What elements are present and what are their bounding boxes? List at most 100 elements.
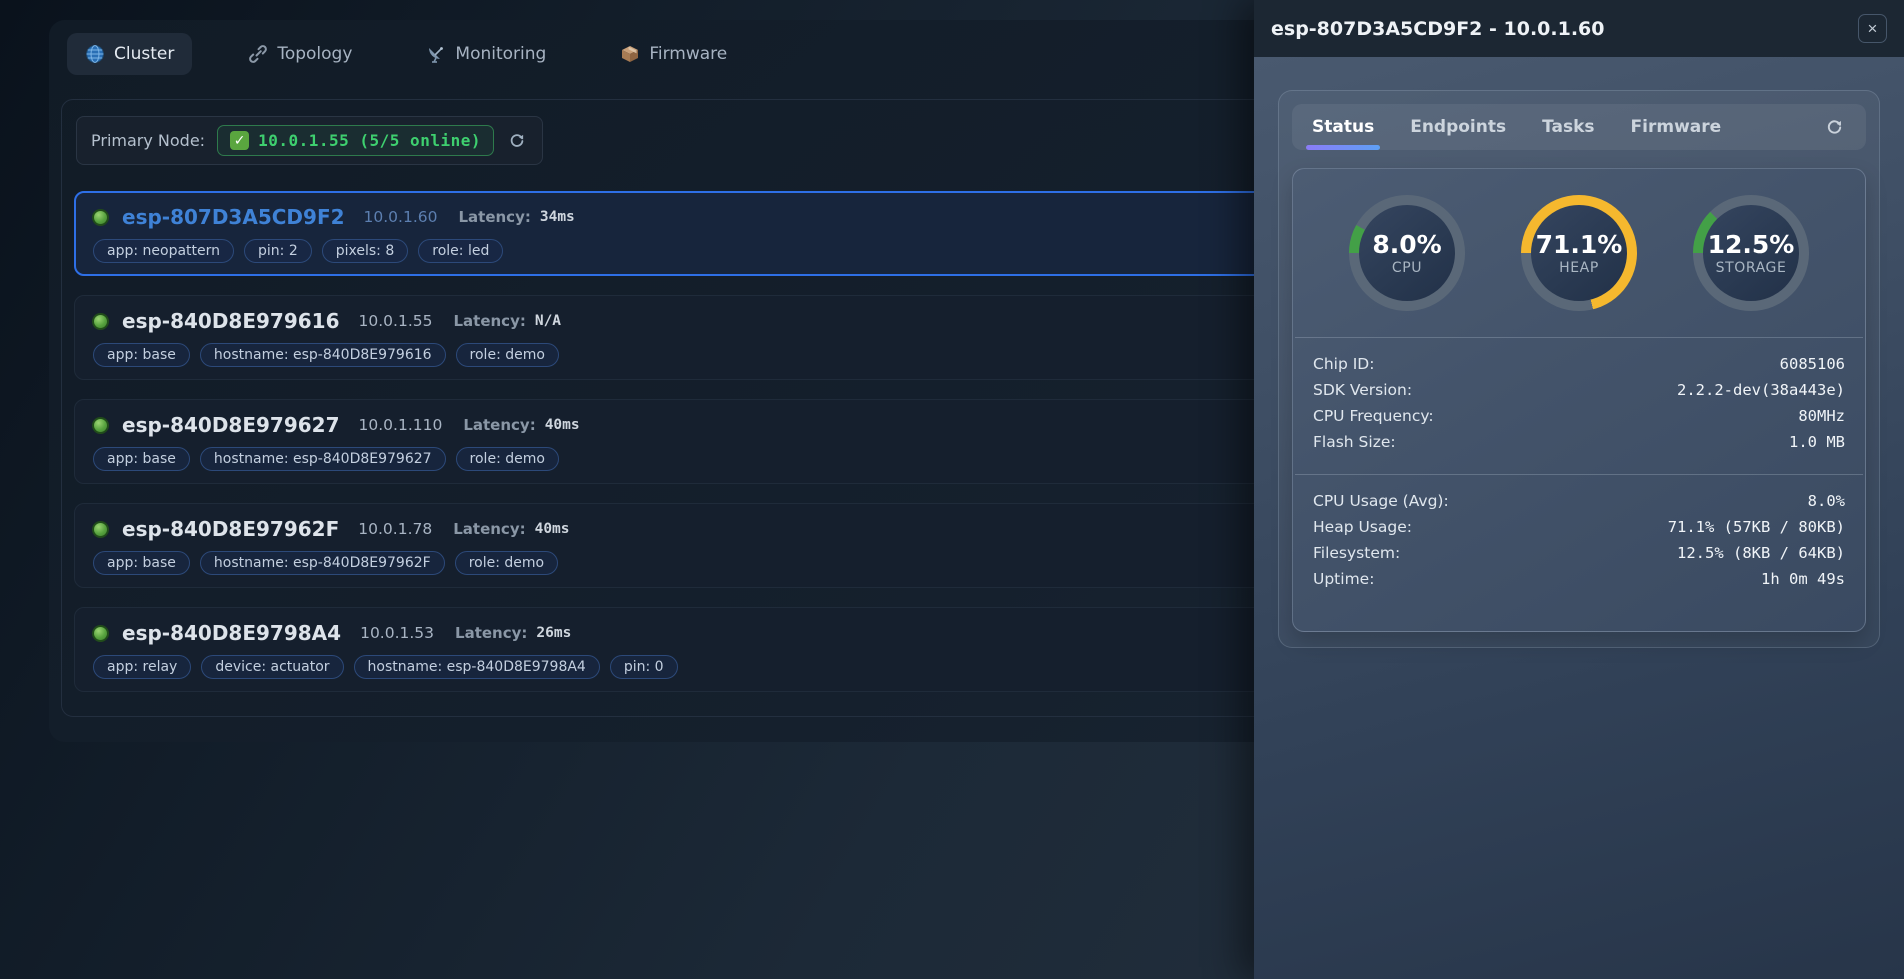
latency-label: Latency: — [455, 624, 527, 642]
node-badge: role: demo — [456, 343, 559, 367]
status-panel: 8.0% CPU 71.1% HEAP 12.5% STORAGE — [1292, 168, 1866, 632]
nav-tab-monitoring[interactable]: Monitoring — [408, 33, 564, 75]
package-icon — [620, 44, 640, 64]
latency-label: Latency: — [453, 520, 525, 538]
info-label: Flash Size: — [1313, 433, 1396, 451]
nav-tab-label: Firmware — [649, 44, 727, 64]
detail-card: Status Endpoints Tasks Firmware 8.0% CPU — [1278, 90, 1880, 648]
nav-tab-firmware[interactable]: Firmware — [602, 33, 745, 75]
drawer-header: esp-807D3A5CD9F2 - 10.0.1.60 × — [1254, 0, 1904, 57]
tab-endpoints[interactable]: Endpoints — [1410, 104, 1506, 150]
node-badge: app: neopattern — [93, 239, 234, 263]
info-value: 2.2.2-dev(38a443e) — [1677, 381, 1845, 399]
nav-tab-topology[interactable]: Topology — [230, 33, 370, 75]
node-online-icon — [92, 417, 109, 434]
node-ip: 10.0.1.55 — [359, 312, 433, 330]
primary-node-bar: Primary Node: ✓ 10.0.1.55 (5/5 online) — [76, 116, 543, 165]
node-badge: hostname: esp-840D8E9798A4 — [354, 655, 600, 679]
latency-label: Latency: — [463, 416, 535, 434]
info-label: Uptime: — [1313, 570, 1374, 588]
node-badge: hostname: esp-840D8E97962F — [200, 551, 445, 575]
node-name[interactable]: esp-840D8E97962F — [122, 517, 339, 541]
latency-value: 26ms — [536, 625, 571, 641]
node-name[interactable]: esp-840D8E979627 — [122, 413, 340, 437]
refresh-icon — [508, 132, 526, 150]
nav-tab-label: Cluster — [114, 44, 174, 64]
detail-tab-bar: Status Endpoints Tasks Firmware — [1292, 104, 1866, 150]
node-badge: hostname: esp-840D8E979616 — [200, 343, 446, 367]
gauge-row: 8.0% CPU 71.1% HEAP 12.5% STORAGE — [1293, 169, 1865, 337]
node-ip: 10.0.1.78 — [358, 520, 432, 538]
info-value: 1h 0m 49s — [1761, 570, 1845, 588]
nav-tab-cluster[interactable]: Cluster — [67, 33, 192, 75]
latency-label: Latency: — [453, 312, 525, 330]
info-value: 80MHz — [1798, 407, 1845, 425]
node-badge: role: demo — [455, 551, 558, 575]
node-ip: 10.0.1.53 — [360, 624, 434, 642]
globe-icon — [85, 44, 105, 64]
latency-value: 34ms — [540, 209, 575, 225]
node-online-icon — [92, 521, 109, 538]
node-badge: pin: 0 — [610, 655, 678, 679]
tab-firmware[interactable]: Firmware — [1631, 104, 1722, 150]
storage-gauge-label: STORAGE — [1716, 260, 1787, 276]
node-badge: pixels: 8 — [322, 239, 409, 263]
tab-tasks[interactable]: Tasks — [1542, 104, 1594, 150]
info-value: 12.5% (8KB / 64KB) — [1677, 544, 1845, 562]
refresh-cluster-button[interactable] — [506, 130, 528, 152]
info-label: Filesystem: — [1313, 544, 1400, 562]
primary-node-value: 10.0.1.55 (5/5 online) — [258, 131, 481, 150]
node-badge: role: demo — [456, 447, 559, 471]
cpu-gauge: 8.0% CPU — [1349, 195, 1465, 311]
info-row: Uptime: 1h 0m 49s — [1313, 570, 1845, 596]
node-badge: pin: 2 — [244, 239, 312, 263]
latency-value: 40ms — [535, 521, 570, 537]
info-label: Heap Usage: — [1313, 518, 1412, 536]
info-row: Flash Size: 1.0 MB — [1313, 433, 1845, 459]
info-value: 71.1% (57KB / 80KB) — [1668, 518, 1845, 536]
nav-tab-label: Monitoring — [455, 44, 546, 64]
node-ip: 10.0.1.60 — [364, 208, 438, 226]
close-drawer-button[interactable]: × — [1858, 14, 1887, 43]
primary-node-label: Primary Node: — [91, 131, 205, 150]
node-name[interactable]: esp-807D3A5CD9F2 — [122, 205, 345, 229]
refresh-status-button[interactable] — [1823, 116, 1846, 139]
link-icon — [248, 44, 268, 64]
latency-value: 40ms — [545, 417, 580, 433]
drawer-title: esp-807D3A5CD9F2 - 10.0.1.60 — [1271, 18, 1604, 40]
info-value: 1.0 MB — [1789, 433, 1845, 451]
check-icon: ✓ — [230, 131, 249, 150]
info-value: 6085106 — [1780, 355, 1845, 373]
storage-gauge: 12.5% STORAGE — [1693, 195, 1809, 311]
node-name[interactable]: esp-840D8E979616 — [122, 309, 340, 333]
drawer-body: Status Endpoints Tasks Firmware 8.0% CPU — [1254, 57, 1904, 979]
node-ip: 10.0.1.110 — [359, 416, 443, 434]
info-label: CPU Frequency: — [1313, 407, 1434, 425]
refresh-icon — [1825, 118, 1844, 137]
info-label: CPU Usage (Avg): — [1313, 492, 1449, 510]
info-row: CPU Usage (Avg): 8.0% — [1313, 492, 1845, 518]
info-row: Heap Usage: 71.1% (57KB / 80KB) — [1313, 518, 1845, 544]
info-label: Chip ID: — [1313, 355, 1374, 373]
info-row: Chip ID: 6085106 — [1313, 355, 1845, 381]
heap-gauge-label: HEAP — [1559, 260, 1599, 276]
node-badge: role: led — [418, 239, 503, 263]
tab-status[interactable]: Status — [1312, 104, 1374, 150]
chip-info-section: Chip ID: 6085106 SDK Version: 2.2.2-dev(… — [1293, 338, 1865, 474]
heap-gauge-value: 71.1% — [1536, 230, 1623, 259]
usage-info-section: CPU Usage (Avg): 8.0% Heap Usage: 71.1% … — [1293, 475, 1865, 611]
cpu-gauge-value: 8.0% — [1372, 230, 1441, 259]
node-online-icon — [92, 209, 109, 226]
cpu-gauge-label: CPU — [1392, 260, 1422, 276]
node-name[interactable]: esp-840D8E9798A4 — [122, 621, 341, 645]
info-row: SDK Version: 2.2.2-dev(38a443e) — [1313, 381, 1845, 407]
nav-tab-label: Topology — [277, 44, 352, 64]
node-online-icon — [92, 625, 109, 642]
primary-node-status-chip: ✓ 10.0.1.55 (5/5 online) — [217, 125, 494, 156]
node-badge: app: base — [93, 343, 190, 367]
info-row: CPU Frequency: 80MHz — [1313, 407, 1845, 433]
heap-gauge: 71.1% HEAP — [1521, 195, 1637, 311]
latency-label: Latency: — [458, 208, 530, 226]
node-badge: hostname: esp-840D8E979627 — [200, 447, 446, 471]
satellite-icon — [426, 44, 446, 64]
